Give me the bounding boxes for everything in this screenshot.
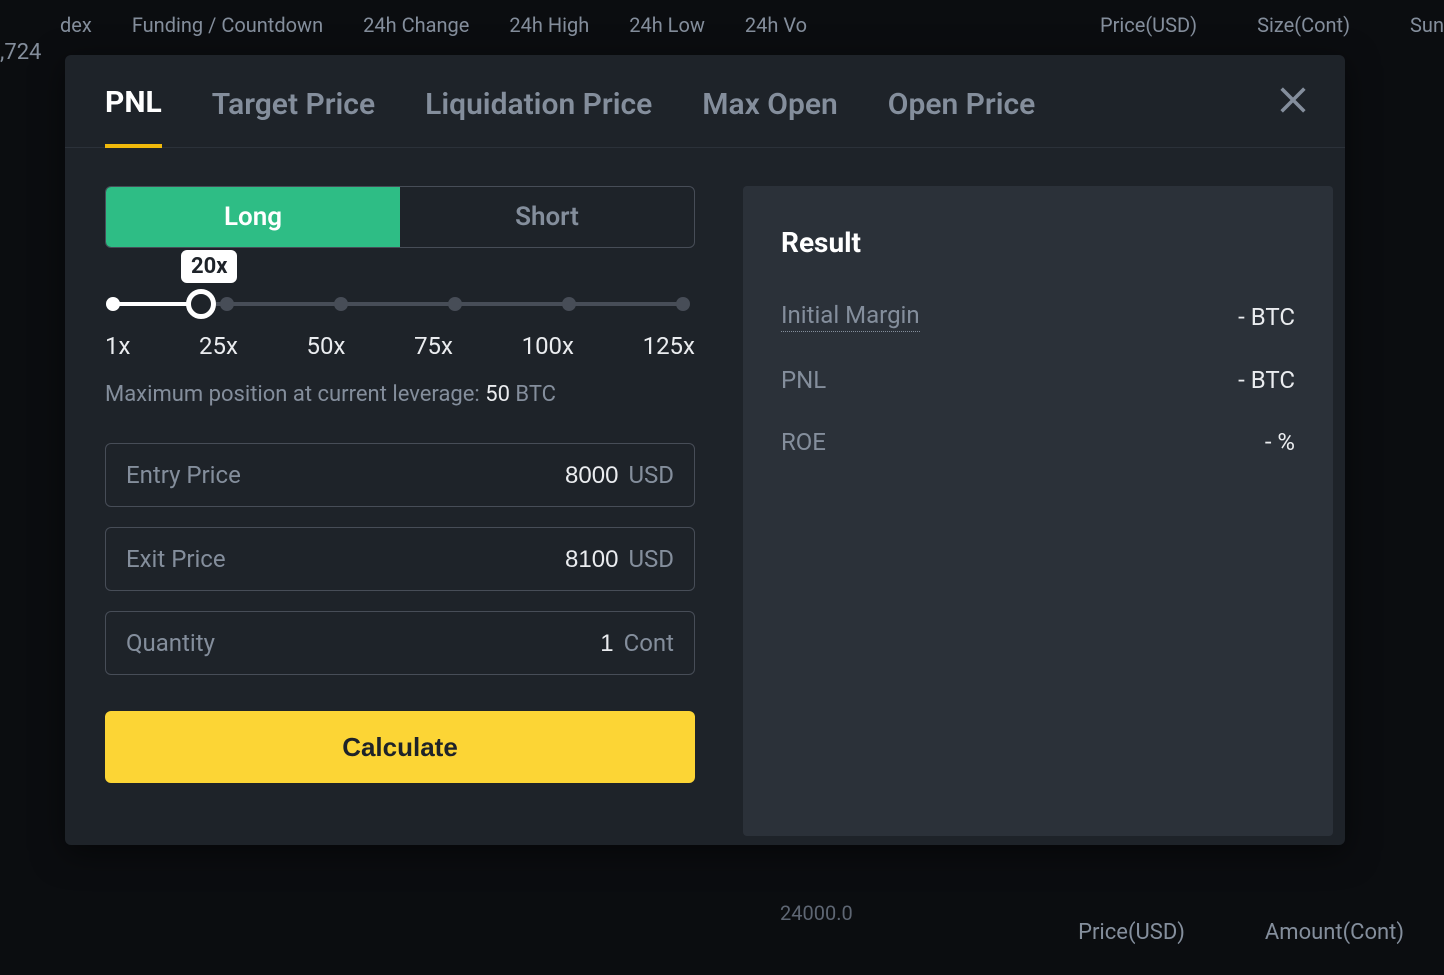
calculate-button[interactable]: Calculate: [105, 711, 695, 783]
lev-tick: 50x: [307, 332, 346, 360]
result-label-pnl: PNL: [781, 366, 826, 394]
lev-tick: 100x: [522, 332, 574, 360]
result-row-margin: Initial Margin - BTC: [781, 301, 1295, 332]
tab-target-price[interactable]: Target Price: [212, 87, 375, 146]
bg-col: dex: [60, 13, 92, 37]
bg-price-frag: ,724: [0, 40, 41, 65]
leverage-value-badge: 20x: [181, 250, 237, 283]
short-button[interactable]: Short: [400, 187, 694, 247]
bg-col: Amount(Cont): [1265, 920, 1404, 945]
quantity-label: Quantity: [126, 629, 215, 657]
lev-note-text: Maximum position at current leverage:: [105, 382, 485, 407]
side-toggle: Long Short: [105, 186, 695, 248]
exit-price-unit: USD: [628, 545, 674, 573]
exit-price-input[interactable]: [458, 546, 618, 574]
tab-max-open[interactable]: Max Open: [702, 87, 837, 146]
calculator-modal: PNL Target Price Liquidation Price Max O…: [65, 55, 1345, 845]
tab-open-price[interactable]: Open Price: [888, 87, 1036, 146]
leverage-note: Maximum position at current leverage: 50…: [105, 382, 695, 407]
quantity-unit: Cont: [624, 629, 674, 657]
bg-col: 24h Low: [629, 13, 705, 37]
entry-price-unit: USD: [628, 461, 674, 489]
lev-tick: 25x: [199, 332, 238, 360]
background-top-row: dex Funding / Countdown 24h Change 24h H…: [0, 0, 1444, 50]
entry-price-input[interactable]: [458, 462, 618, 490]
bg-col: Price(USD): [1100, 13, 1197, 37]
bg-col: Funding / Countdown: [132, 13, 323, 37]
bg-col: Size(Cont): [1257, 13, 1350, 37]
bg-col: 24h Change: [363, 13, 469, 37]
close-icon[interactable]: [1276, 83, 1310, 117]
result-panel: Result Initial Margin - BTC PNL - BTC RO…: [743, 186, 1333, 836]
result-label-roe: ROE: [781, 428, 826, 456]
tab-pnl[interactable]: PNL: [105, 85, 162, 148]
exit-price-label: Exit Price: [126, 545, 226, 573]
bg-col: Price(USD): [1078, 920, 1185, 945]
lev-tick: 75x: [414, 332, 453, 360]
quantity-row[interactable]: Quantity Cont: [105, 611, 695, 675]
exit-price-row[interactable]: Exit Price USD: [105, 527, 695, 591]
result-row-pnl: PNL - BTC: [781, 366, 1295, 394]
lev-tick: 125x: [643, 332, 695, 360]
result-title: Result: [781, 226, 1295, 259]
leverage-tick-labels: 1x 25x 50x 75x 100x 125x: [105, 332, 695, 360]
bg-col: Sun: [1410, 13, 1444, 37]
tab-liquidation-price[interactable]: Liquidation Price: [425, 87, 652, 146]
entry-price-row[interactable]: Entry Price USD: [105, 443, 695, 507]
result-value-margin: - BTC: [1238, 303, 1295, 331]
entry-price-label: Entry Price: [126, 461, 241, 489]
tab-bar: PNL Target Price Liquidation Price Max O…: [65, 55, 1345, 148]
result-label-margin: Initial Margin: [781, 301, 920, 332]
result-value-pnl: - BTC: [1238, 366, 1295, 394]
bg-col: 24h Vo: [745, 13, 807, 37]
bg-price-tick: 24000.0: [780, 901, 853, 925]
result-value-roe: - %: [1265, 428, 1295, 456]
leverage-slider[interactable]: 20x 1x 25x 50x 75x 100x: [105, 294, 695, 407]
bg-col: 24h High: [509, 13, 589, 37]
lev-tick: 1x: [105, 332, 130, 360]
lev-note-value: 50: [485, 382, 510, 407]
leverage-thumb[interactable]: [186, 289, 216, 319]
input-panel: Long Short 20x 1x 25x: [105, 186, 695, 836]
quantity-input[interactable]: [454, 630, 614, 658]
long-button[interactable]: Long: [106, 187, 400, 247]
lev-note-unit: BTC: [510, 382, 556, 407]
result-row-roe: ROE - %: [781, 428, 1295, 456]
